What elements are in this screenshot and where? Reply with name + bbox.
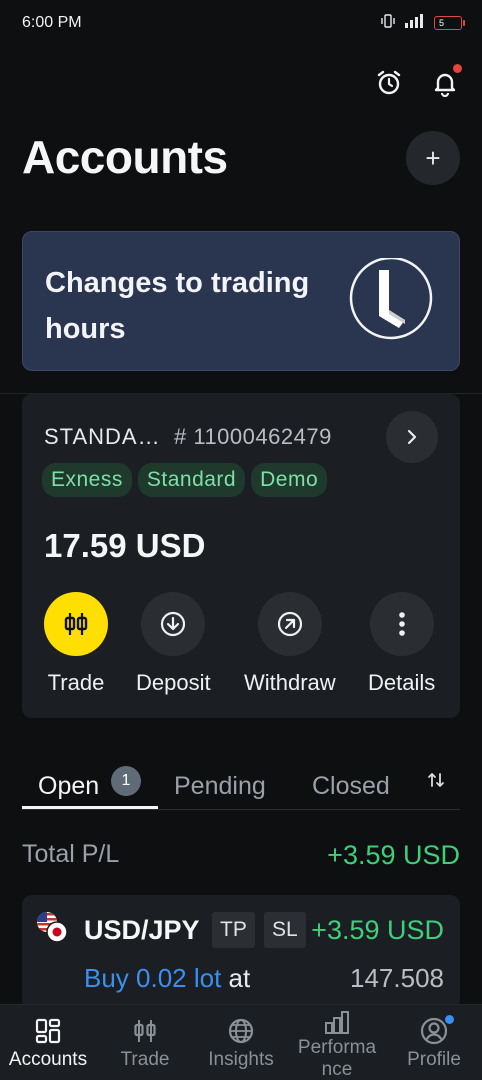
nav-accounts-label: Accounts [8,1049,88,1070]
nav-performance[interactable]: Performa nce [289,1005,385,1080]
nav-profile[interactable]: Profile [386,1005,482,1080]
details-button[interactable]: Details [368,592,435,696]
trading-hours-banner[interactable]: Changes to trading hours [22,231,460,371]
notification-dot [453,64,462,73]
status-icons: 5 [380,14,465,31]
page-title: Accounts [22,131,228,183]
sort-icon[interactable] [426,770,446,796]
trade-button[interactable]: Trade [44,592,108,696]
instrument-symbol: USD/JPY [84,915,200,945]
position-card[interactable]: USD/JPY TP SL +3.59 USD Buy 0.02 lot at … [22,895,460,1010]
stop-loss-chip[interactable]: SL [264,912,306,948]
signal-icon [404,14,426,31]
nav-performance-label: Performa nce [297,1037,377,1080]
open-price: 147.508 [350,963,444,993]
vibrate-icon [380,14,396,31]
take-profit-chip[interactable]: TP [212,912,255,948]
more-vertical-icon [369,592,434,656]
alarm-clock-icon[interactable] [374,68,404,98]
account-number: # 11000462479 [174,424,332,449]
details-label: Details [368,670,436,695]
account-balance: 17.59 USD [44,527,206,564]
globe-icon [227,1017,255,1045]
position-pl: +3.59 USD [311,915,444,945]
profile-notification-dot [445,1015,454,1024]
status-time: 6:00 PM [22,14,82,31]
bottom-nav: Accounts Trade Insights Performa nce Pro… [0,1004,482,1080]
usd-jpy-flag-icon [36,911,68,943]
arrow-up-right-circle-icon [257,592,322,656]
clock-icon [349,256,433,351]
nav-profile-label: Profile [407,1049,461,1070]
candlestick-icon [44,592,108,656]
order-side-lot: Buy 0.02 lot [84,963,222,993]
account-actions: Trade Deposit Withdraw Details [22,592,460,702]
chevron-right-icon [407,429,417,445]
tabs-divider [22,809,460,810]
total-pl-value: +3.59 USD [327,840,460,870]
nav-trade-label: Trade [120,1049,170,1070]
account-details-chevron-button[interactable] [386,411,438,463]
tag-broker: Exness [42,463,132,497]
bar-chart-icon [323,1009,351,1035]
deposit-label: Deposit [136,670,211,695]
total-pl-label: Total P/L [22,840,120,868]
tag-account-kind: Standard [137,463,246,497]
tag-mode: Demo [251,463,328,497]
orders-tabs: Open 1 Pending Closed [22,760,460,810]
status-bar: 6:00 PM 5 [0,0,482,48]
candlestick-icon [132,1017,158,1045]
account-card[interactable]: STANDA… # 11000462479 Exness Standard De… [22,394,460,718]
nav-insights[interactable]: Insights [193,1005,289,1080]
tab-pending[interactable]: Pending [174,772,266,801]
arrow-down-circle-icon [141,592,206,656]
add-account-button[interactable]: + [406,131,460,185]
banner-text: Changes to trading hours [45,267,310,345]
accounts-grid-icon [35,1017,61,1045]
battery-level: 5 [439,17,445,28]
account-tags: Exness Standard Demo [42,463,328,497]
profile-icon [420,1015,454,1045]
tab-open[interactable]: Open [38,772,99,801]
tab-closed[interactable]: Closed [312,772,390,801]
nav-trade[interactable]: Trade [97,1005,193,1080]
order-summary: Buy 0.02 lot at [84,963,250,994]
withdraw-button[interactable]: Withdraw [244,592,336,696]
nav-insights-label: Insights [208,1049,274,1070]
header-actions [374,64,462,98]
order-at: at [228,963,251,993]
withdraw-label: Withdraw [244,670,336,695]
open-count-badge: 1 [111,766,141,796]
trade-label: Trade [47,670,105,695]
account-type: STANDA… [44,424,161,449]
battery-icon: 5 [434,15,465,30]
nav-accounts[interactable]: Accounts [0,1005,96,1080]
deposit-button[interactable]: Deposit [136,592,211,696]
bell-icon[interactable] [430,64,462,98]
